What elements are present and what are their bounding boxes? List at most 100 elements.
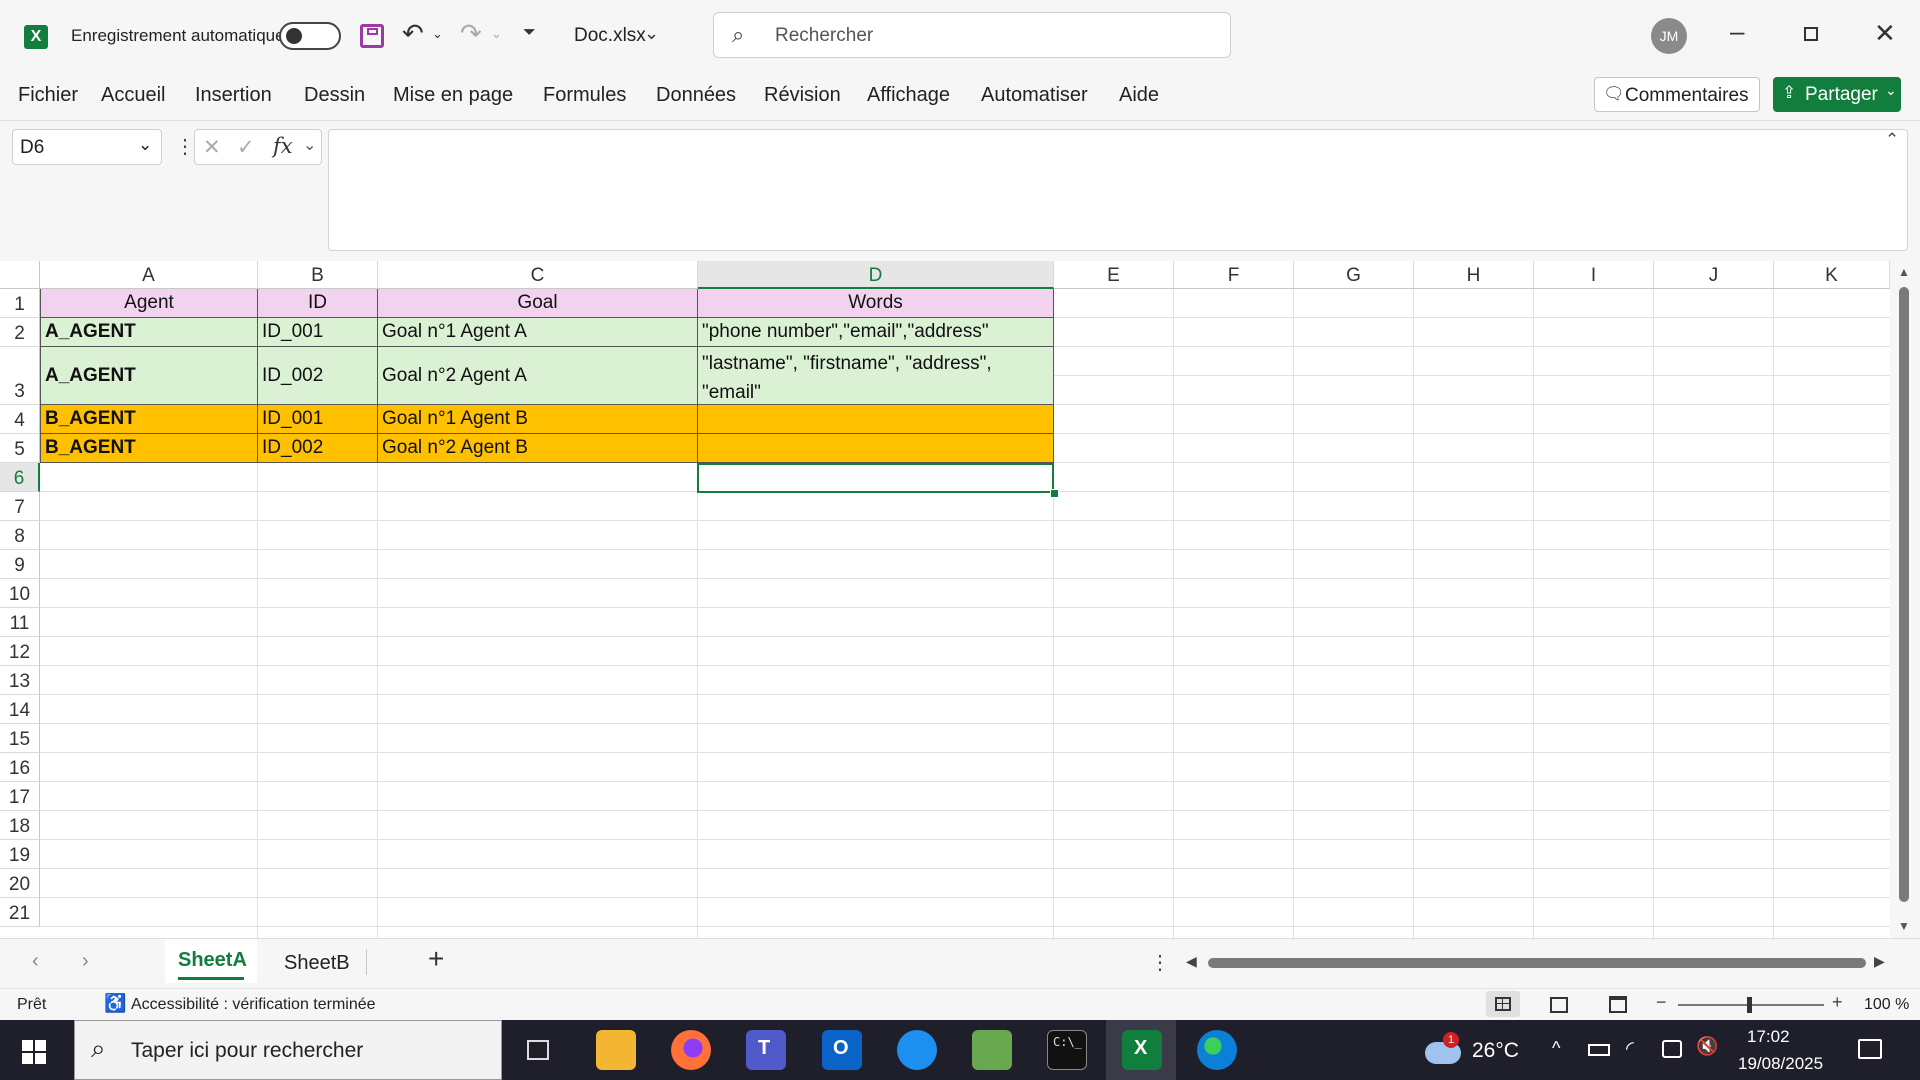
sheet-tab[interactable]: SheetB (272, 939, 362, 983)
minimize-icon[interactable]: – (1730, 16, 1744, 47)
id-cell[interactable]: ID_002 (258, 347, 378, 405)
column-header-d[interactable]: D (698, 261, 1054, 289)
tab-donnees[interactable]: Données (656, 84, 736, 107)
redo-icon[interactable]: ↷ (460, 18, 482, 49)
row-header[interactable]: 17 (0, 782, 40, 811)
redo-dropdown-icon[interactable]: ⌄ (491, 26, 502, 42)
collapse-formula-bar-icon[interactable]: ⌃ (1885, 130, 1899, 150)
words-cell[interactable]: "lastname", "firstname", "address", "ema… (698, 347, 1054, 405)
row-header[interactable]: 14 (0, 695, 40, 724)
more-options-icon[interactable]: ⋮ (175, 134, 195, 159)
terminal-icon[interactable]: C:\_ (1047, 1030, 1087, 1070)
search-box[interactable]: ⌕ Rechercher (713, 12, 1231, 58)
page-layout-view-icon[interactable] (1550, 997, 1568, 1013)
tab-automatiser[interactable]: Automatiser (981, 84, 1088, 107)
vertical-scrollbar[interactable]: ▲ ▼ (1890, 261, 1920, 938)
fill-handle[interactable] (1050, 489, 1059, 498)
page-break-view-icon[interactable] (1609, 996, 1627, 1013)
row-header[interactable]: 13 (0, 666, 40, 695)
taskbar-search-box[interactable]: ⌕ Taper ici pour rechercher (74, 1020, 502, 1080)
agent-cell[interactable]: A_AGENT (40, 318, 258, 347)
comments-button[interactable]: 🗨 Commentaires (1594, 77, 1760, 112)
row-header[interactable]: 3 (0, 347, 40, 405)
sheet-tab-active[interactable]: SheetA (165, 939, 257, 983)
row-header[interactable]: 12 (0, 637, 40, 666)
tab-fichier[interactable]: Fichier (18, 84, 78, 107)
column-header-h[interactable]: H (1414, 261, 1534, 289)
agent-cell[interactable]: B_AGENT (40, 405, 258, 434)
tab-accueil[interactable]: Accueil (101, 84, 165, 107)
header-cell-id[interactable]: ID (258, 289, 378, 318)
clock-date[interactable]: 19/08/2025 (1738, 1054, 1823, 1074)
header-cell-goal[interactable]: Goal (378, 289, 698, 318)
tab-dessin[interactable]: Dessin (304, 84, 365, 107)
id-cell[interactable]: ID_001 (258, 405, 378, 434)
image-editor-icon[interactable] (972, 1030, 1012, 1070)
docker-icon[interactable] (897, 1030, 937, 1070)
column-header-k[interactable]: K (1774, 261, 1890, 289)
add-sheet-icon[interactable]: + (428, 943, 444, 975)
scroll-down-icon[interactable]: ▼ (1898, 919, 1910, 933)
outlook-icon[interactable]: O (822, 1030, 862, 1070)
column-header-c[interactable]: C (378, 261, 698, 289)
windows-start-icon[interactable] (22, 1040, 46, 1064)
avatar[interactable]: JM (1651, 18, 1687, 54)
undo-dropdown-icon[interactable]: ⌄ (432, 26, 443, 42)
save-icon[interactable] (360, 24, 384, 48)
zoom-out-icon[interactable]: − (1656, 992, 1667, 1013)
scroll-up-icon[interactable]: ▲ (1898, 265, 1910, 279)
row-header[interactable]: 6 (0, 463, 40, 492)
column-header-f[interactable]: F (1174, 261, 1294, 289)
tab-revision[interactable]: Révision (764, 84, 841, 107)
restore-icon[interactable] (1804, 27, 1818, 41)
vertical-scroll-thumb[interactable] (1899, 287, 1909, 902)
tab-mise-en-page[interactable]: Mise en page (393, 84, 513, 107)
notifications-icon[interactable] (1858, 1039, 1882, 1059)
zoom-level[interactable]: 100 % (1864, 996, 1909, 1014)
column-header-e[interactable]: E (1054, 261, 1174, 289)
column-header-a[interactable]: A (40, 261, 258, 289)
tab-options-icon[interactable]: ⋮ (1150, 950, 1170, 975)
goal-cell[interactable]: Goal n°1 Agent A (378, 318, 698, 347)
column-header-i[interactable]: I (1534, 261, 1654, 289)
hscroll-right-icon[interactable]: ▶ (1874, 953, 1885, 970)
teams-icon[interactable]: T (746, 1030, 786, 1070)
row-header[interactable]: 15 (0, 724, 40, 753)
id-cell[interactable]: ID_002 (258, 434, 378, 463)
words-cell[interactable] (698, 434, 1054, 463)
row-header[interactable]: 7 (0, 492, 40, 521)
goal-cell[interactable]: Goal n°2 Agent A (378, 347, 698, 405)
prev-sheet-icon[interactable]: ‹ (32, 950, 39, 973)
zoom-slider[interactable] (1678, 997, 1824, 1013)
row-header[interactable]: 21 (0, 898, 40, 927)
row-header[interactable]: 10 (0, 579, 40, 608)
zoom-slider-thumb[interactable] (1747, 997, 1752, 1013)
goal-cell[interactable]: Goal n°2 Agent B (378, 434, 698, 463)
row-header[interactable]: 4 (0, 405, 40, 434)
next-sheet-icon[interactable]: › (82, 950, 89, 973)
accessibility-icon[interactable]: ♿ (104, 993, 126, 1014)
close-icon[interactable]: ✕ (1874, 18, 1896, 49)
goal-cell[interactable]: Goal n°1 Agent B (378, 405, 698, 434)
tab-affichage[interactable]: Affichage (867, 84, 950, 107)
row-header[interactable]: 16 (0, 753, 40, 782)
normal-view-icon[interactable] (1486, 991, 1520, 1017)
cancel-entry-icon[interactable]: ✕ (203, 135, 221, 160)
row-header[interactable]: 9 (0, 550, 40, 579)
agent-cell[interactable]: B_AGENT (40, 434, 258, 463)
show-hidden-icons-icon[interactable]: ^ (1552, 1038, 1560, 1059)
weather-temperature[interactable]: 26°C (1472, 1039, 1519, 1063)
column-header-j[interactable]: J (1654, 261, 1774, 289)
selected-cell-d6[interactable] (697, 463, 1054, 493)
volume-muted-icon[interactable]: 🔇 (1696, 1036, 1718, 1057)
column-header-b[interactable]: B (258, 261, 378, 289)
row-header[interactable]: 1 (0, 289, 40, 318)
hscroll-left-icon[interactable]: ◀ (1186, 953, 1197, 970)
tab-formules[interactable]: Formules (543, 84, 626, 107)
horizontal-scroll-thumb[interactable] (1208, 958, 1866, 968)
document-name[interactable]: Doc.xlsx (574, 25, 646, 47)
header-cell-words[interactable]: Words (698, 289, 1054, 318)
row-header[interactable]: 2 (0, 318, 40, 347)
file-explorer-icon[interactable] (596, 1030, 636, 1070)
name-box[interactable]: D6 ⌄ (12, 129, 162, 165)
